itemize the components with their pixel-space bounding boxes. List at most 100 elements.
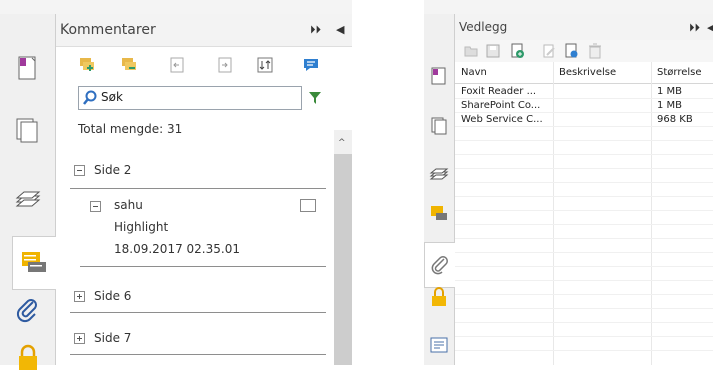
pages-tab[interactable] bbox=[14, 116, 44, 146]
panel-title: Kommentarer bbox=[60, 22, 156, 38]
attachments-tab[interactable] bbox=[424, 242, 456, 288]
attachments-tab[interactable] bbox=[14, 296, 44, 326]
search-field[interactable]: Søk bbox=[78, 86, 302, 110]
expand-toggle-side-6[interactable] bbox=[74, 291, 85, 302]
collapse-toggle-side-2[interactable] bbox=[74, 165, 85, 176]
row-divider bbox=[455, 280, 713, 281]
open-icon bbox=[464, 46, 478, 57]
comments-panel-header: Kommentarer ⏵⏵ ◀ bbox=[56, 14, 352, 47]
panel-title: Vedlegg bbox=[459, 20, 508, 34]
attachments-toolbar bbox=[455, 40, 713, 63]
column-header-size[interactable]: Størrelse bbox=[657, 67, 702, 78]
collapse-comments-icon bbox=[122, 58, 136, 70]
expand-toggle-side-7[interactable] bbox=[74, 333, 85, 344]
layers-tab[interactable] bbox=[429, 164, 449, 187]
row-divider bbox=[455, 210, 713, 211]
column-divider bbox=[553, 62, 554, 365]
expand-all-button[interactable] bbox=[78, 56, 96, 74]
delete-attachment-button[interactable] bbox=[587, 43, 603, 62]
row-size: 1 MB bbox=[657, 100, 683, 111]
comment-panel-icon bbox=[431, 206, 447, 220]
form-icon bbox=[430, 337, 448, 353]
row-divider bbox=[455, 294, 713, 295]
comments-tab[interactable] bbox=[12, 236, 57, 290]
divider bbox=[70, 188, 326, 189]
sort-button[interactable] bbox=[256, 56, 274, 74]
search-icon bbox=[83, 90, 97, 105]
collapse-panel-button[interactable]: ◀ bbox=[336, 23, 344, 36]
row-divider bbox=[455, 98, 713, 99]
document-top-strip bbox=[424, 0, 713, 15]
security-tab[interactable] bbox=[14, 344, 44, 374]
new-comment-button[interactable] bbox=[302, 56, 320, 74]
expand-comments-icon bbox=[80, 58, 94, 71]
divider bbox=[70, 354, 326, 355]
row-divider bbox=[455, 126, 713, 127]
comment-panel-icon bbox=[22, 252, 46, 272]
comment-type: Highlight bbox=[114, 220, 169, 234]
scrollbar-thumb[interactable] bbox=[334, 154, 352, 365]
scroll-up-arrow-icon[interactable]: ^ bbox=[338, 138, 346, 148]
import-button[interactable] bbox=[168, 56, 186, 74]
security-tab[interactable] bbox=[429, 286, 449, 311]
right-navigation-bar bbox=[424, 14, 456, 365]
comments-tab[interactable] bbox=[429, 204, 449, 227]
export-button[interactable] bbox=[216, 56, 234, 74]
row-divider bbox=[455, 224, 713, 225]
lock-icon bbox=[19, 344, 37, 370]
trash-icon bbox=[589, 43, 601, 59]
group-label-side-6[interactable]: Side 6 bbox=[94, 289, 131, 303]
group-label-side-2[interactable]: Side 2 bbox=[94, 163, 131, 177]
row-name[interactable]: SharePoint Co... bbox=[461, 100, 549, 111]
filter-icon[interactable] bbox=[308, 91, 322, 105]
bookmark-icon bbox=[431, 67, 446, 85]
open-attachment-button[interactable] bbox=[463, 43, 479, 62]
row-divider bbox=[455, 182, 713, 183]
bookmarks-tab[interactable] bbox=[14, 54, 44, 84]
save-attachment-button[interactable] bbox=[485, 43, 501, 62]
comment-icon bbox=[304, 59, 318, 71]
collapse-all-button[interactable] bbox=[120, 56, 138, 74]
import-icon bbox=[170, 57, 184, 73]
row-divider bbox=[455, 168, 713, 169]
comment-checkbox[interactable] bbox=[300, 199, 316, 212]
row-name[interactable]: Foxit Reader ... bbox=[461, 86, 549, 97]
total-count: Total mengde: 31 bbox=[78, 122, 183, 136]
column-header-description[interactable]: Beskrivelse bbox=[559, 67, 616, 78]
row-divider bbox=[455, 252, 713, 253]
bookmark-icon bbox=[18, 56, 36, 80]
row-divider bbox=[455, 266, 713, 267]
bookmarks-tab[interactable] bbox=[430, 66, 448, 89]
row-divider bbox=[455, 112, 713, 113]
row-divider bbox=[455, 140, 713, 141]
row-name[interactable]: Web Service C... bbox=[461, 114, 549, 125]
edit-description-button[interactable] bbox=[541, 43, 557, 62]
document-top-strip bbox=[0, 0, 352, 15]
comment-author[interactable]: sahu bbox=[114, 198, 143, 212]
pages-icon bbox=[431, 117, 447, 135]
file-settings-icon bbox=[565, 43, 578, 58]
pin-panel-button[interactable]: ⏵⏵ bbox=[310, 23, 321, 37]
pages-tab[interactable] bbox=[430, 116, 448, 139]
divider bbox=[70, 312, 326, 313]
column-divider bbox=[651, 62, 652, 365]
collapse-panel-button[interactable]: ◀ bbox=[707, 21, 713, 34]
attachment-properties-button[interactable] bbox=[563, 43, 579, 62]
search-input[interactable]: Søk bbox=[101, 90, 123, 104]
attachments-panel: Vedlegg ⏵⏵ ◀ Navn Beskrivelse Størrelse bbox=[455, 14, 713, 365]
form-fields-tab[interactable] bbox=[429, 336, 449, 357]
collapse-toggle-comment[interactable] bbox=[90, 201, 101, 212]
add-attachment-button[interactable] bbox=[509, 43, 525, 62]
group-label-side-7[interactable]: Side 7 bbox=[94, 331, 131, 345]
layers-tab[interactable] bbox=[14, 184, 44, 214]
lock-icon bbox=[432, 287, 446, 306]
comment-date: 18.09.2017 02.35.01 bbox=[114, 242, 240, 256]
attachments-panel-header: Vedlegg ⏵⏵ ◀ bbox=[455, 14, 713, 40]
pages-icon bbox=[16, 118, 38, 143]
pin-panel-button[interactable]: ⏵⏵ bbox=[689, 21, 700, 35]
row-divider bbox=[455, 238, 713, 239]
row-divider bbox=[455, 154, 713, 155]
edit-icon bbox=[543, 44, 555, 58]
row-divider bbox=[455, 336, 713, 337]
column-header-name[interactable]: Navn bbox=[461, 67, 487, 78]
